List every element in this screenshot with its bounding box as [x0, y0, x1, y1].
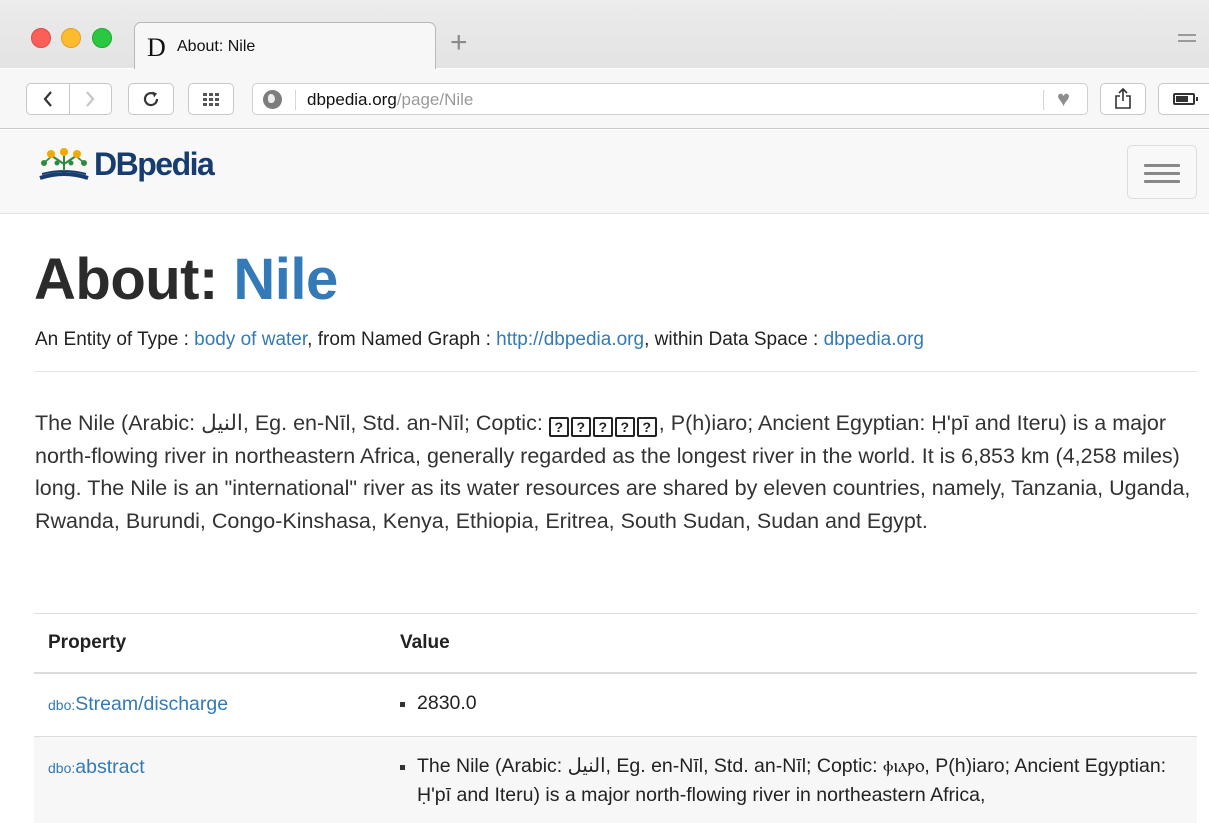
site-navbar: DBpedia [0, 130, 1209, 214]
dbpedia-logo[interactable]: DBpedia [36, 144, 215, 184]
property-cell: dbo:abstract [34, 735, 386, 823]
back-icon [43, 91, 52, 107]
new-tab-button[interactable]: + [450, 26, 468, 60]
reload-icon [143, 91, 159, 107]
type-label: An Entity of Type : [35, 329, 195, 350]
missing-glyph: ? [548, 417, 569, 437]
reload-button[interactable] [128, 83, 174, 115]
heart-icon[interactable]: ♥ [1057, 87, 1070, 111]
property-prefix: dbo: [48, 696, 76, 713]
value-item: The Nile (Arabic: النيل, Eg. en-Nīl, Std… [400, 752, 1183, 810]
url-divider [295, 90, 296, 110]
value-item: 2830.0 [400, 689, 1183, 718]
address-bar[interactable]: dbpedia.org/page/Nile ♥ [252, 83, 1088, 115]
property-link[interactable]: dbo:abstract [48, 756, 145, 778]
lead-part1: The Nile (Arabic: النيل, Eg. en-Nīl, Std… [35, 411, 549, 435]
hamburger-icon [1144, 164, 1180, 167]
logo-text: DBpedia [94, 145, 215, 182]
maximize-window-button[interactable] [92, 28, 112, 48]
menu-toggle-button[interactable] [1127, 145, 1197, 199]
missing-glyph: ? [636, 417, 657, 437]
property-name: abstract [75, 755, 145, 778]
dbpedia-logo-icon [39, 148, 89, 180]
value-cell: The Nile (Arabic: النيل, Eg. en-Nīl, Std… [386, 735, 1197, 823]
page-title-entity: Nile [233, 247, 338, 312]
url-text[interactable]: dbpedia.org/page/Nile [307, 90, 473, 110]
page-title-prefix: About: [34, 247, 234, 312]
url-host: dbpedia.org [307, 90, 397, 109]
tab-favicon-icon: D [147, 33, 166, 62]
data-space-label: , within Data Space : [644, 329, 824, 350]
share-icon [1115, 88, 1131, 109]
browser-toolbar: dbpedia.org/page/Nile ♥ [0, 69, 1209, 129]
table-row: dbo:abstract The Nile (Arabic: النيل, Eg… [34, 735, 1197, 823]
back-button[interactable] [27, 84, 69, 114]
share-button[interactable] [1100, 83, 1146, 115]
column-header-value: Value [386, 613, 1197, 674]
column-header-property: Property [34, 613, 386, 674]
forward-icon [86, 91, 95, 107]
property-table: Property Value dbo:Stream/discharge 2830… [34, 613, 1197, 823]
apps-grid-icon [203, 92, 219, 106]
minimize-window-button[interactable] [61, 28, 81, 48]
divider [34, 371, 1197, 372]
forward-button[interactable] [68, 84, 111, 114]
entity-type-line: An Entity of Type : body of water, from … [35, 329, 924, 351]
page-title: About: Nile [34, 246, 338, 313]
url-divider-right [1043, 90, 1044, 110]
table-row: dbo:Stream/discharge 2830.0 [34, 672, 1197, 736]
graph-label: , from Named Graph : [307, 329, 497, 350]
battery-icon [1173, 93, 1198, 105]
property-link[interactable]: dbo:Stream/discharge [48, 693, 228, 715]
type-link[interactable]: body of water [194, 329, 307, 350]
data-space-link[interactable]: dbpedia.org [824, 329, 924, 350]
property-cell: dbo:Stream/discharge [34, 672, 386, 736]
abstract-lead: The Nile (Arabic: النيل, Eg. en-Nīl, Std… [35, 407, 1200, 537]
apps-button[interactable] [188, 83, 234, 115]
named-graph-link[interactable]: http://dbpedia.org [496, 329, 644, 350]
property-name: Stream/discharge [75, 692, 229, 715]
table-header-row: Property Value [34, 613, 1197, 674]
close-window-button[interactable] [31, 28, 51, 48]
url-path: /page/Nile [396, 90, 474, 109]
nav-buttons [26, 83, 112, 115]
tab-title: About: Nile [177, 38, 256, 55]
missing-glyph: ? [614, 417, 635, 437]
value-cell: 2830.0 [386, 672, 1197, 736]
property-prefix: dbo: [48, 759, 76, 776]
missing-glyph: ? [570, 417, 591, 437]
battery-button[interactable] [1158, 83, 1209, 115]
missing-glyph: ? [592, 417, 613, 437]
window-titlebar: D About: Nile + [0, 0, 1209, 70]
browser-tab-active[interactable]: D About: Nile [134, 22, 436, 70]
globe-icon [263, 90, 282, 109]
tab-overflow-icon[interactable] [1178, 34, 1196, 48]
